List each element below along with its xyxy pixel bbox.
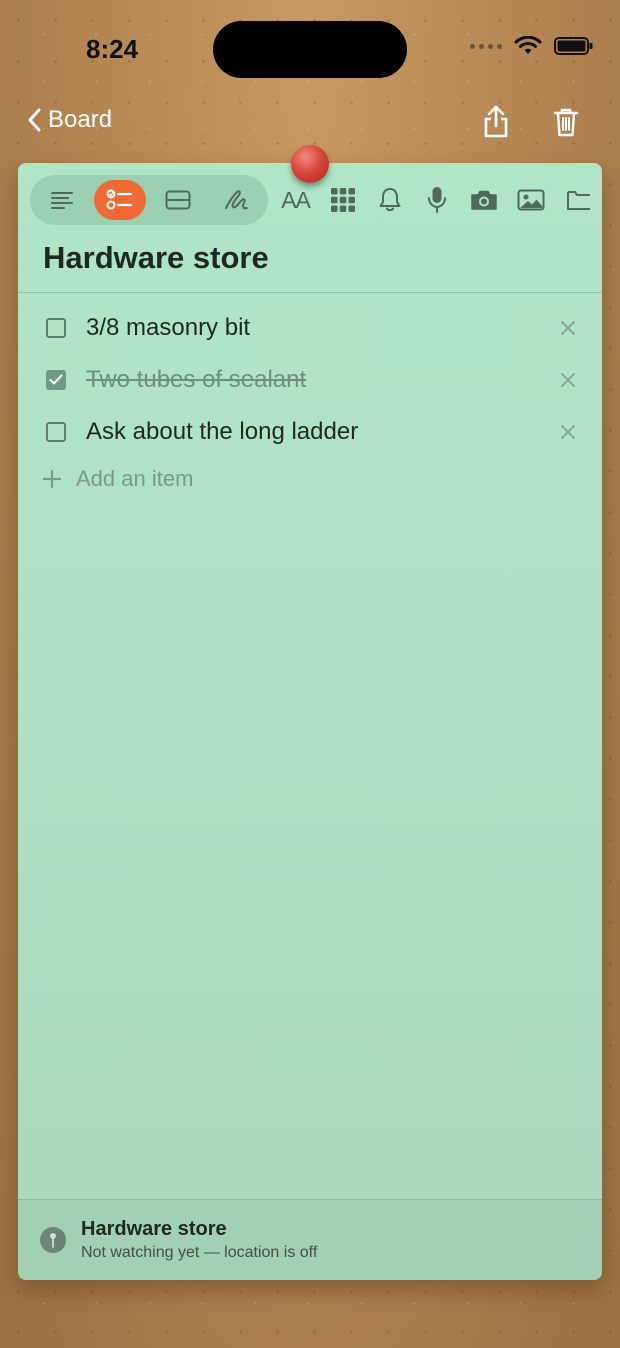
close-icon	[561, 425, 575, 439]
note-toolbar: AA	[30, 175, 602, 225]
remove-item-button[interactable]	[556, 368, 580, 392]
grid-button[interactable]	[319, 180, 366, 220]
checklist-item: Ask about the long ladder	[46, 412, 580, 452]
mode-text-button[interactable]	[36, 180, 88, 220]
image-button[interactable]	[508, 180, 555, 220]
share-icon	[484, 105, 508, 138]
item-text[interactable]: 3/8 masonry bit	[86, 314, 556, 342]
card-icon	[165, 190, 191, 210]
location-status: Not watching yet — location is off	[81, 1244, 318, 1261]
add-item-label: Add an item	[76, 466, 194, 491]
note-title[interactable]: Hardware store	[43, 240, 269, 276]
close-icon	[561, 373, 575, 387]
bell-icon	[379, 188, 401, 211]
folder-icon	[567, 191, 591, 210]
voice-button[interactable]	[413, 180, 460, 220]
reminder-button[interactable]	[366, 180, 413, 220]
share-button[interactable]	[478, 104, 514, 140]
checklist-item: 3/8 masonry bit	[46, 308, 580, 348]
wifi-icon	[514, 36, 542, 54]
dynamic-island	[213, 21, 407, 78]
note-card: AA Hardware store 3/8 masonry bit Two tu…	[18, 163, 602, 1280]
text-icon	[51, 192, 73, 209]
status-icons	[470, 36, 594, 56]
remove-item-button[interactable]	[556, 420, 580, 444]
camera-icon	[471, 190, 497, 210]
location-footer[interactable]: Hardware store Not watching yet — locati…	[18, 1199, 602, 1280]
microphone-icon	[427, 187, 446, 213]
back-button[interactable]: Board	[26, 106, 112, 134]
plus-icon	[42, 469, 62, 489]
trash-icon	[553, 108, 579, 137]
chevron-left-icon	[28, 108, 41, 132]
item-checkbox[interactable]	[46, 370, 66, 390]
add-item-button[interactable]: Add an item	[42, 466, 193, 492]
mode-selector	[30, 175, 268, 225]
location-pin-icon	[40, 1227, 66, 1253]
checkmark-icon	[49, 374, 63, 385]
folder-button[interactable]	[555, 180, 602, 220]
close-icon	[561, 321, 575, 335]
location-title: Hardware store	[81, 1218, 227, 1240]
checklist-icon	[106, 189, 133, 210]
title-divider	[18, 292, 602, 293]
image-icon	[517, 189, 545, 211]
back-label: Board	[48, 106, 113, 133]
remove-item-button[interactable]	[556, 316, 580, 340]
item-checkbox[interactable]	[46, 318, 66, 338]
mode-sketch-button[interactable]	[210, 180, 262, 220]
font-size-label: AA	[281, 186, 311, 213]
mode-card-button[interactable]	[152, 180, 204, 220]
status-time: 8:24	[86, 34, 139, 64]
mode-checklist-button[interactable]	[94, 180, 146, 220]
item-checkbox[interactable]	[46, 422, 66, 442]
delete-button[interactable]	[548, 104, 584, 140]
grid-icon	[330, 188, 355, 212]
camera-button[interactable]	[461, 180, 508, 220]
sketch-icon	[225, 190, 248, 210]
cellular-signal-icon	[470, 43, 502, 49]
checklist-item: Two tubes of sealant	[46, 360, 580, 400]
push-pin	[291, 145, 329, 183]
battery-icon	[554, 37, 593, 55]
item-text[interactable]: Ask about the long ladder	[86, 418, 556, 446]
item-text[interactable]: Two tubes of sealant	[86, 366, 556, 394]
font-size-button[interactable]: AA	[272, 180, 319, 220]
